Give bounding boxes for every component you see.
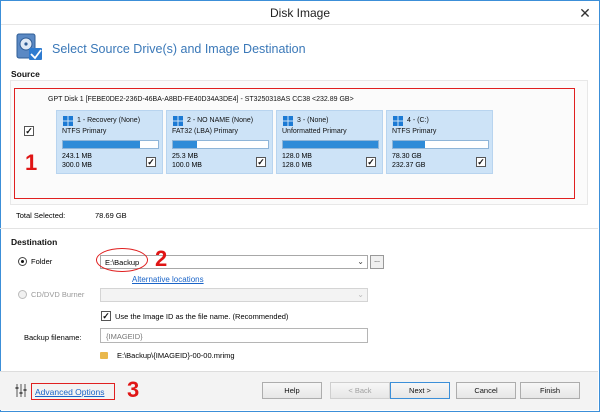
sliders-icon[interactable] <box>14 384 27 397</box>
partition-usage-fill <box>63 141 140 148</box>
partition-checkbox[interactable]: ✓ <box>366 157 376 167</box>
backup-filename-field[interactable]: {IMAGEID} <box>100 328 368 343</box>
partition-usage-fill <box>173 141 197 148</box>
source-section-label: Source <box>11 69 40 79</box>
partition-used: 128.0 MB <box>282 153 312 160</box>
partition-usage-bar <box>282 140 379 149</box>
partition-name: 1 - Recovery (None) <box>77 117 141 124</box>
partition-usage-bar <box>392 140 489 149</box>
folder-radio-label[interactable]: Folder <box>31 257 52 266</box>
cddvd-combobox[interactable]: ⌄ <box>100 288 368 302</box>
cddvd-radio-label[interactable]: CD/DVD Burner <box>31 290 84 299</box>
partition-used: 243.1 MB <box>62 153 92 160</box>
help-button[interactable]: Help <box>262 382 322 399</box>
partition-usage-fill <box>283 141 378 148</box>
cddvd-radio[interactable] <box>18 290 27 299</box>
partition-checkbox[interactable]: ✓ <box>146 157 156 167</box>
output-path: E:\Backup\{IMAGEID}-00-00.mrimg <box>117 351 235 360</box>
partition-card-2[interactable]: 2 - NO NAME (None) FAT32 (LBA) Primary 2… <box>166 110 273 174</box>
partition-used: 25.3 MB <box>172 153 199 160</box>
partition-name: 4 - (C:) <box>407 117 429 124</box>
partition-card-4[interactable]: 4 - (C:) NTFS Primary 78.30 GB 232.37 GB… <box>386 110 493 174</box>
disk-caption: GPT Disk 1 [FEBE0DE2-236D-46BA-A8BD-FE40… <box>48 96 354 103</box>
destination-section-label: Destination <box>11 237 58 247</box>
back-button[interactable]: < Back <box>330 382 390 399</box>
partition-type: FAT32 (LBA) Primary <box>172 128 238 135</box>
partition-used: 78.30 GB <box>392 153 422 160</box>
total-selected-label: Total Selected: <box>16 211 66 220</box>
folder-icon <box>100 352 108 359</box>
partition-total: 300.0 MB <box>62 162 92 169</box>
disk-image-icon <box>16 33 42 60</box>
partition-checkbox[interactable]: ✓ <box>256 157 266 167</box>
next-button[interactable]: Next > <box>390 382 450 399</box>
annotation-rect-advanced <box>31 383 115 400</box>
annotation-number-3: 3 <box>127 377 140 402</box>
use-image-id-checkbox[interactable]: ✓ <box>101 311 111 321</box>
windows-icon <box>63 116 73 126</box>
browse-button[interactable]: ... <box>370 255 384 269</box>
title-bar: Disk Image ✕ <box>1 1 599 25</box>
chevron-down-icon: ⌄ <box>357 290 364 299</box>
partition-total: 100.0 MB <box>172 162 202 169</box>
partition-total: 128.0 MB <box>282 162 312 169</box>
partition-card-3[interactable]: 3 - (None) Unformatted Primary 128.0 MB … <box>276 110 383 174</box>
close-icon[interactable]: ✕ <box>577 5 593 21</box>
partition-name: 3 - (None) <box>297 117 329 124</box>
partition-type: NTFS Primary <box>392 128 437 135</box>
use-image-id-label[interactable]: Use the Image ID as the file name. (Reco… <box>115 312 288 321</box>
partition-usage-bar <box>62 140 159 149</box>
page-title: Select Source Drive(s) and Image Destina… <box>52 42 306 56</box>
windows-icon <box>283 116 293 126</box>
chevron-down-icon: ⌄ <box>357 257 364 266</box>
cancel-button[interactable]: Cancel <box>456 382 516 399</box>
alternative-locations-link[interactable]: Alternative locations <box>132 275 204 284</box>
partition-card-1[interactable]: 1 - Recovery (None) NTFS Primary 243.1 M… <box>56 110 163 174</box>
finish-button[interactable]: Finish <box>520 382 580 399</box>
disk-image-window: Disk Image ✕ <box>0 0 600 412</box>
annotation-ellipse-folder <box>96 248 148 272</box>
folder-radio[interactable] <box>18 257 27 266</box>
partition-usage-fill <box>393 141 426 148</box>
partition-name: 2 - NO NAME (None) <box>187 117 254 124</box>
divider <box>0 228 598 229</box>
partition-usage-bar <box>172 140 269 149</box>
select-disk-checkbox[interactable]: ✓ <box>24 126 34 136</box>
partition-type: Unformatted Primary <box>282 128 347 135</box>
annotation-number-2: 2 <box>155 246 168 271</box>
windows-icon <box>173 116 183 126</box>
partition-total: 232.37 GB <box>392 162 426 169</box>
window-title: Disk Image <box>269 6 331 20</box>
partition-type: NTFS Primary <box>62 128 107 135</box>
total-selected-value: 78.69 GB <box>95 211 127 220</box>
partition-checkbox[interactable]: ✓ <box>476 157 486 167</box>
windows-icon <box>393 116 403 126</box>
backup-filename-label: Backup filename: <box>24 333 82 342</box>
annotation-number-1: 1 <box>25 150 38 175</box>
